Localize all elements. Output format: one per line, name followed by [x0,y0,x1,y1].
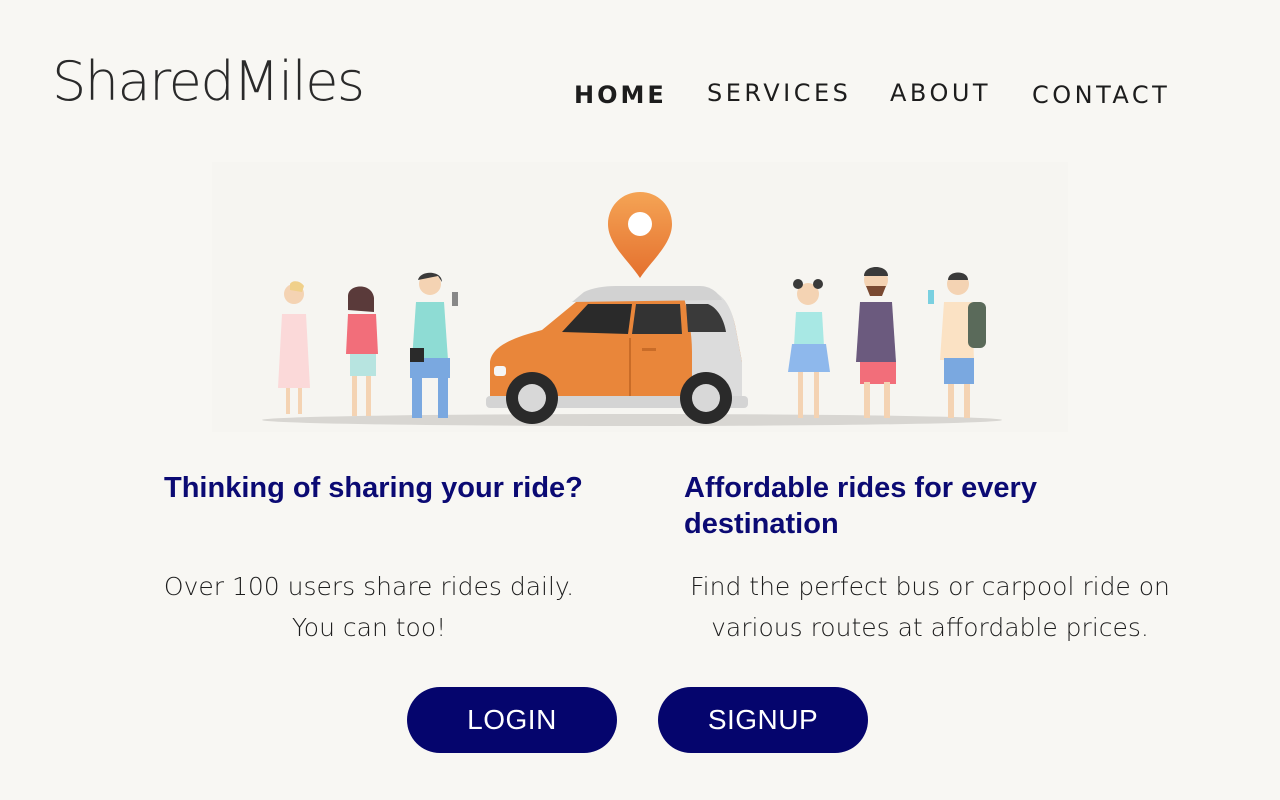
feature-title-affordable: Affordable rides for every destination [684,472,1037,540]
feature-title-sharing: Thinking of sharing your ride? [164,472,583,504]
feature-text-sharing: Over 100 users share rides daily. You ca… [163,572,575,642]
feature-text-affordable: Find the perfect bus or carpool ride on … [690,572,1170,642]
nav-services[interactable]: SERVICES [707,78,851,108]
person-icon-right-3 [928,272,986,418]
person-icon-right-2 [856,267,896,418]
nav-about[interactable]: ABOUT [890,78,991,108]
main-nav: HOME SERVICES ABOUT CONTACT [0,78,1280,118]
location-pin-icon [608,192,672,278]
nav-home[interactable]: HOME [574,80,667,110]
ground-shadow [262,414,1002,426]
person-icon-right-1 [788,279,830,418]
login-button[interactable]: LOGIN [407,687,617,753]
car-icon [486,286,748,424]
person-icon-left-1 [278,281,310,414]
person-icon-left-3 [410,272,458,418]
signup-button[interactable]: SIGNUP [658,687,868,753]
hero-illustration [212,162,1068,432]
nav-contact[interactable]: CONTACT [1032,80,1170,110]
person-icon-left-2 [346,286,378,416]
